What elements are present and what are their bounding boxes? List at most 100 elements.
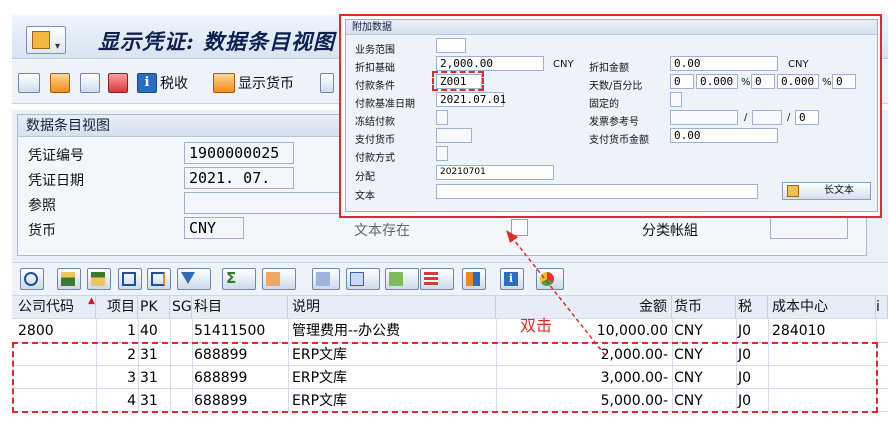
text-field[interactable] [436,184,758,199]
assignment-field[interactable]: 20210701 [436,165,554,180]
pct2-field[interactable]: 0.000 [777,74,819,89]
payment-terms-label: 付款条件 [355,81,395,92]
pay-currency-amount-label: 支付货币金额 [589,135,649,146]
details-icon[interactable] [20,268,44,290]
payment-block-label: 冻结付款 [355,117,395,128]
invoice-ref-label: 发票参考号 [589,117,639,128]
doc-date-field[interactable]: 2021. 07. 01 [184,167,294,207]
menu-icon[interactable]: ▾ [26,26,66,54]
sort-descending-icon[interactable] [87,268,111,290]
discount-amount-label: 折扣金额 [589,63,629,74]
col-currency[interactable]: 货币 [672,296,736,318]
fixed-label: 固定的 [589,99,619,110]
discount-base-label: 折扣基础 [355,63,395,74]
more-icon[interactable] [320,71,334,95]
invoice-ref-slash: / [744,112,748,123]
discount-base-field[interactable]: 2,000.00 [436,56,544,71]
doc-number-label: 凭证编号 [28,148,84,164]
table-cell-item: 1 [127,323,136,339]
reference-field[interactable] [184,192,344,214]
table-cell-description: 管理费用--办公费 [292,323,401,339]
col-sg[interactable]: SG [170,296,192,318]
days2-field[interactable]: 0 [751,74,775,89]
pct1-sign: % [741,77,751,88]
filter-icon[interactable] [177,268,211,290]
days3-field[interactable]: 0 [832,74,856,89]
display-currency-label: 显示货币 [238,76,294,92]
col-item[interactable]: 项目 [96,296,138,318]
table-cell-pk: 40 [140,323,158,339]
doc-number-field[interactable]: 1900000025 [184,142,294,164]
pay-currency-field[interactable] [436,128,472,143]
invoice-ref-slash2: / [787,112,791,123]
pay-currency-label: 支付货币 [355,135,395,146]
sort-ascending-icon[interactable] [57,268,81,290]
row-divider [12,318,888,319]
long-text-label: 长文本 [824,185,854,196]
change-display-icon[interactable] [50,71,70,95]
subtotal-icon[interactable] [262,268,296,290]
discount-amount-field[interactable]: 0.00 [670,56,778,71]
invoice-ref-item-field[interactable]: 0 [795,110,819,125]
display-icon[interactable] [80,71,100,95]
business-area-label: 业务范围 [355,45,395,56]
graphic-icon[interactable] [462,268,486,290]
sum-icon[interactable]: Σ [222,268,256,290]
print-icon[interactable] [108,71,128,95]
table-cell-company: 2800 [18,323,54,339]
table-cell-cost-center: 284010 [772,323,826,339]
days1-field[interactable]: 0 [670,74,694,89]
col-pk[interactable]: PK [138,296,170,318]
tax-button[interactable]: i 税收 [137,71,188,95]
col-account[interactable]: 科目 [192,296,288,318]
display-currency-button[interactable]: 显示货币 [213,71,294,95]
sap-screen: ▾ 显示凭证: 数据条目视图 i 税收 显示货币 数据条目视图 凭证编号 190… [0,0,889,422]
pct1-field[interactable]: 0.000 [696,74,738,89]
pay-currency-amount-field[interactable]: 0.00 [670,128,778,143]
payment-terms-highlight [432,71,484,91]
long-text-button[interactable]: 长文本 [782,182,871,200]
popup-title: 附加数据 [346,20,877,35]
baseline-date-field[interactable]: 2021.07.01 [436,92,506,107]
baseline-date-label: 付款基准日期 [355,99,415,110]
col-cost-center[interactable]: 成本中心 [768,296,876,318]
col-overflow: i [876,296,888,318]
invoice-ref-field[interactable] [670,110,738,125]
print-preview-icon[interactable] [312,268,340,290]
payment-method-field[interactable] [436,146,448,161]
invoice-ref-year-field[interactable] [752,110,782,125]
payment-block-field[interactable] [436,110,448,125]
business-area-field[interactable] [436,38,466,53]
table-cell-account[interactable]: 51411500 [194,320,265,342]
export-icon[interactable] [385,268,419,290]
currency-label: 货币 [28,223,56,239]
views-icon[interactable] [346,268,380,290]
table-cell-tax: J0 [738,323,752,339]
assignment-label: 分配 [355,172,375,183]
currency-icon [213,73,235,93]
payment-method-label: 付款方式 [355,153,395,164]
ledger-group-label: 分类帐組 [642,223,698,239]
reference-label: 参照 [28,198,56,214]
currency-field[interactable]: CNY [184,217,244,239]
sort-indicator-icon: ▲ [88,296,95,306]
page-title: 显示凭证: 数据条目视图 [98,29,336,54]
col-company[interactable]: 公司代码 [12,296,96,318]
note-icon [787,185,799,197]
annotation-arrow [506,230,606,356]
glasses-icon[interactable] [18,71,40,95]
highlight-box [12,342,878,413]
table-cell-currency: CNY [674,323,703,339]
col-description[interactable]: 说明 [288,296,496,318]
pct2-sign: % [822,77,832,88]
discount-amount-currency: CNY [788,59,809,70]
layout-icon[interactable] [420,268,454,290]
find-icon[interactable] [118,268,142,290]
ledger-group-field[interactable] [770,217,848,239]
tax-label: 税收 [160,76,188,92]
find-next-icon[interactable] [147,268,171,290]
discount-base-currency: CNY [553,59,574,70]
info-icon: i [137,73,157,93]
col-tax[interactable]: 税 [736,296,768,318]
fixed-checkbox[interactable] [670,92,682,107]
